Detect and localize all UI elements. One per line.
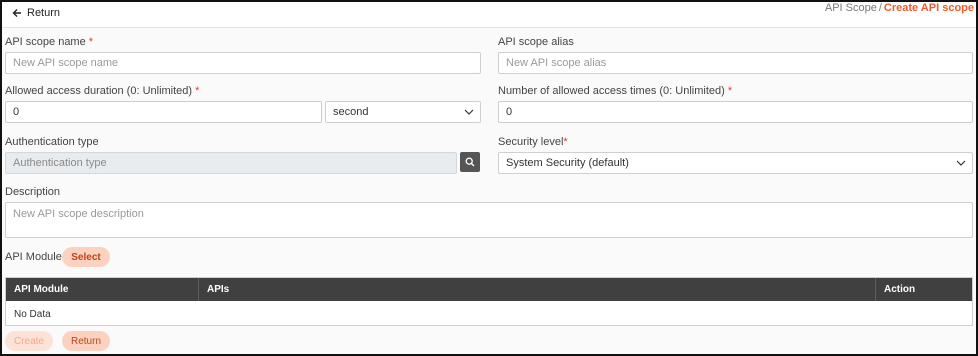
access-times-label-text: Number of allowed access times (0: Unlim… bbox=[498, 85, 725, 97]
table-header: API Module APIs Action bbox=[6, 278, 972, 301]
duration-unit-value: second bbox=[333, 106, 369, 118]
empty-state: No Data bbox=[14, 309, 51, 320]
breadcrumb: API Scope / Create API scope bbox=[825, 2, 974, 14]
auth-type-search-button[interactable] bbox=[460, 152, 480, 172]
description-textarea[interactable]: New API scope description bbox=[5, 202, 973, 238]
auth-type-label: Authentication type bbox=[5, 136, 99, 148]
auth-type-input: Authentication type bbox=[5, 152, 457, 174]
breadcrumb-current: Create API scope bbox=[883, 2, 974, 14]
column-header: Action bbox=[884, 284, 916, 295]
access-times-input[interactable]: 0 bbox=[498, 101, 973, 123]
security-level-label: Security level* bbox=[498, 136, 568, 148]
required-mark: * bbox=[88, 36, 94, 48]
scope-name-label-text: API scope name bbox=[5, 36, 86, 48]
column-header: APIs bbox=[199, 278, 876, 301]
access-duration-label-text: Allowed access duration (0: Unlimited) bbox=[5, 85, 193, 97]
scope-name-label: API scope name * bbox=[5, 36, 93, 48]
scope-alias-label: API scope alias bbox=[498, 36, 574, 48]
chevron-down-icon bbox=[956, 160, 966, 166]
security-level-value: System Security (default) bbox=[506, 157, 629, 169]
scope-name-input[interactable]: New API scope name bbox=[5, 52, 481, 74]
return-link[interactable]: Return bbox=[12, 7, 60, 19]
description-label: Description bbox=[5, 186, 61, 198]
security-level-select[interactable]: System Security (default) bbox=[498, 152, 973, 174]
access-duration-label: Allowed access duration (0: Unlimited) * bbox=[5, 85, 199, 97]
access-duration-input[interactable]: 0 bbox=[5, 101, 322, 123]
select-module-button[interactable]: Select bbox=[62, 247, 110, 267]
top-bar: Return API Scope / Create API scope bbox=[2, 2, 976, 28]
api-module-table: API Module APIs Action No Data bbox=[5, 277, 973, 326]
required-mark: * bbox=[563, 136, 568, 148]
chevron-down-icon bbox=[464, 109, 474, 115]
access-times-label: Number of allowed access times (0: Unlim… bbox=[498, 85, 732, 97]
search-icon bbox=[465, 157, 475, 167]
arrow-left-icon bbox=[12, 9, 21, 17]
create-button[interactable]: Create bbox=[5, 331, 53, 351]
required-mark: * bbox=[727, 85, 733, 97]
breadcrumb-separator: / bbox=[878, 2, 882, 14]
return-button[interactable]: Return bbox=[62, 331, 110, 351]
scope-alias-input[interactable]: New API scope alias bbox=[498, 52, 973, 74]
api-module-label: API Module bbox=[5, 251, 62, 263]
breadcrumb-parent[interactable]: API Scope bbox=[825, 2, 877, 14]
duration-unit-select[interactable]: second bbox=[325, 101, 481, 123]
return-label: Return bbox=[27, 7, 61, 19]
required-mark: * bbox=[195, 85, 200, 97]
column-header: API Module bbox=[6, 278, 199, 301]
security-level-label-text: Security level bbox=[498, 136, 564, 148]
